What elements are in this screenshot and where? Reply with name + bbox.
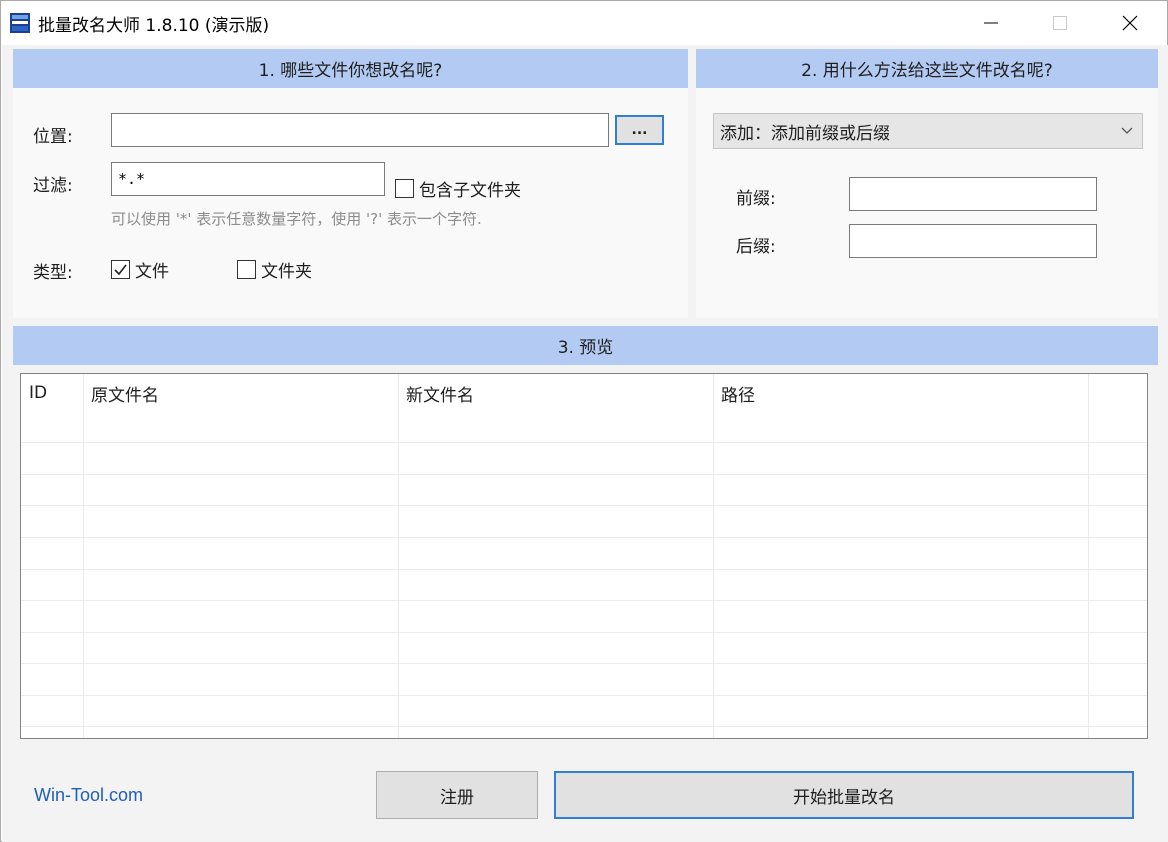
register-button[interactable]: 注册 [376,771,538,819]
type-label: 类型: [33,263,73,283]
rename-method-select[interactable]: 添加：添加前缀或后缀 [713,113,1143,149]
column-header-id[interactable]: ID [21,374,83,412]
column-divider [713,374,714,738]
column-divider [83,374,84,738]
minimize-button[interactable] [956,1,1026,45]
checkbox-unchecked-icon [395,179,414,198]
row-divider [21,474,1147,475]
row-divider [21,537,1147,538]
column-header-original-name[interactable]: 原文件名 [83,374,398,412]
section2-title: 2. 用什么方法给这些文件改名呢? [801,61,1053,81]
prefix-input[interactable] [849,177,1097,211]
include-subfolders-checkbox[interactable]: 包含子文件夹 [395,176,521,201]
filter-input[interactable] [111,162,385,196]
section3-header: 3. 预览 [13,326,1158,365]
type-folder-checkbox[interactable]: 文件夹 [237,257,312,282]
minimize-icon [984,22,998,24]
checkmark-icon [111,260,130,279]
column-divider [1088,374,1089,738]
window-title: 批量改名大师 1.8.10 (演示版) [38,16,270,36]
app-window: 批量改名大师 1.8.10 (演示版) 1. 哪些文件你想改名呢? 2. 用什么… [0,0,1168,842]
prefix-label: 前缀: [736,189,776,209]
website-link[interactable]: Win-Tool.com [34,785,143,806]
chevron-down-icon [1121,127,1133,134]
row-divider [21,632,1147,633]
location-label: 位置: [33,127,73,147]
checkbox-unchecked-icon [237,260,256,279]
register-button-label: 注册 [440,787,474,808]
filter-hint: 可以使用 '*' 表示任意数量字符，使用 '?' 表示一个字符. [111,210,482,228]
section3-title: 3. 预览 [557,338,614,358]
row-divider [21,663,1147,664]
column-header-new-name[interactable]: 新文件名 [398,374,713,412]
row-divider [21,600,1147,601]
type-folder-label: 文件夹 [261,262,312,282]
section1-title: 1. 哪些文件你想改名呢? [258,61,443,81]
section2-header: 2. 用什么方法给这些文件改名呢? [696,49,1158,88]
row-divider [21,695,1147,696]
maximize-icon [1053,16,1067,30]
filter-label: 过滤: [33,176,73,196]
type-file-label: 文件 [135,262,169,282]
row-divider [21,569,1147,570]
suffix-label: 后缀: [736,237,776,257]
title-bar[interactable]: 批量改名大师 1.8.10 (演示版) [1,1,1167,45]
suffix-input[interactable] [849,224,1097,258]
app-icon [10,13,30,33]
close-icon [1122,15,1138,31]
row-divider [21,726,1147,727]
start-rename-button[interactable]: 开始批量改名 [554,771,1134,819]
close-button[interactable] [1095,1,1165,45]
location-input[interactable] [111,113,609,147]
maximize-button[interactable] [1025,1,1095,45]
browse-button-label: ... [631,122,648,138]
rename-method-value: 添加：添加前缀或后缀 [720,123,890,144]
preview-table-header: ID 原文件名 新文件名 路径 [21,374,1147,412]
column-divider [398,374,399,738]
column-header-path[interactable]: 路径 [713,374,1088,412]
section1-header: 1. 哪些文件你想改名呢? [13,49,688,88]
start-rename-button-label: 开始批量改名 [793,787,895,808]
type-file-checkbox[interactable]: 文件 [111,257,169,282]
preview-table[interactable]: ID 原文件名 新文件名 路径 [20,373,1148,739]
browse-button[interactable]: ... [615,115,664,145]
row-divider [21,442,1147,443]
row-divider [21,505,1147,506]
include-subfolders-label: 包含子文件夹 [419,181,521,201]
